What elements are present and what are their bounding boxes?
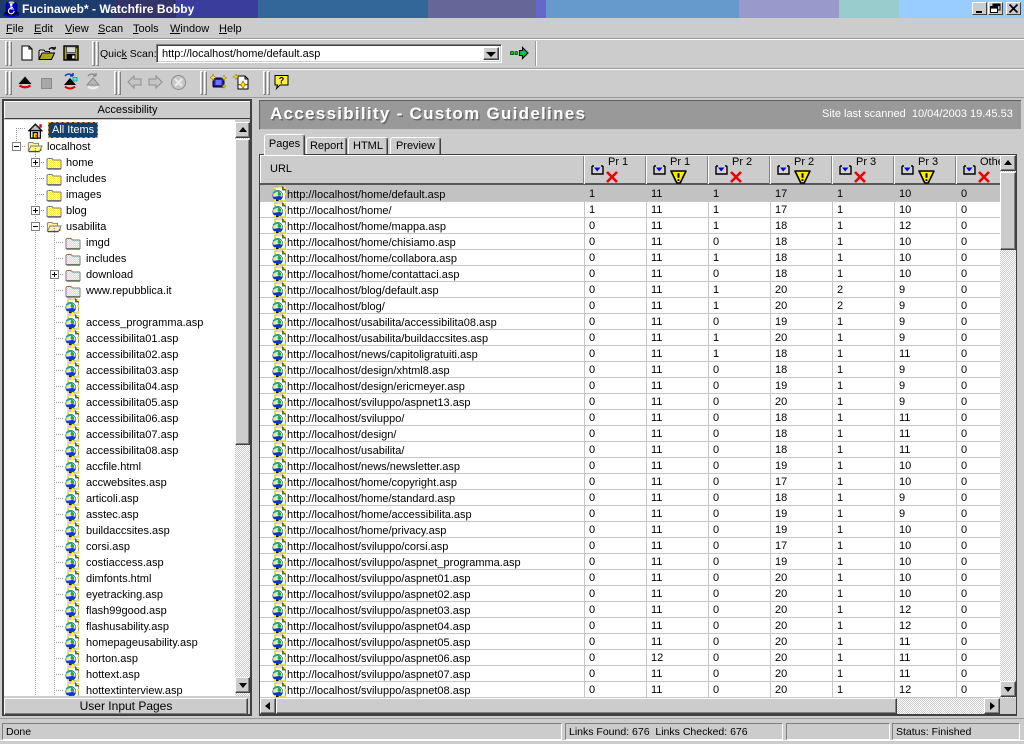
svg-text:?: ? — [279, 76, 285, 86]
